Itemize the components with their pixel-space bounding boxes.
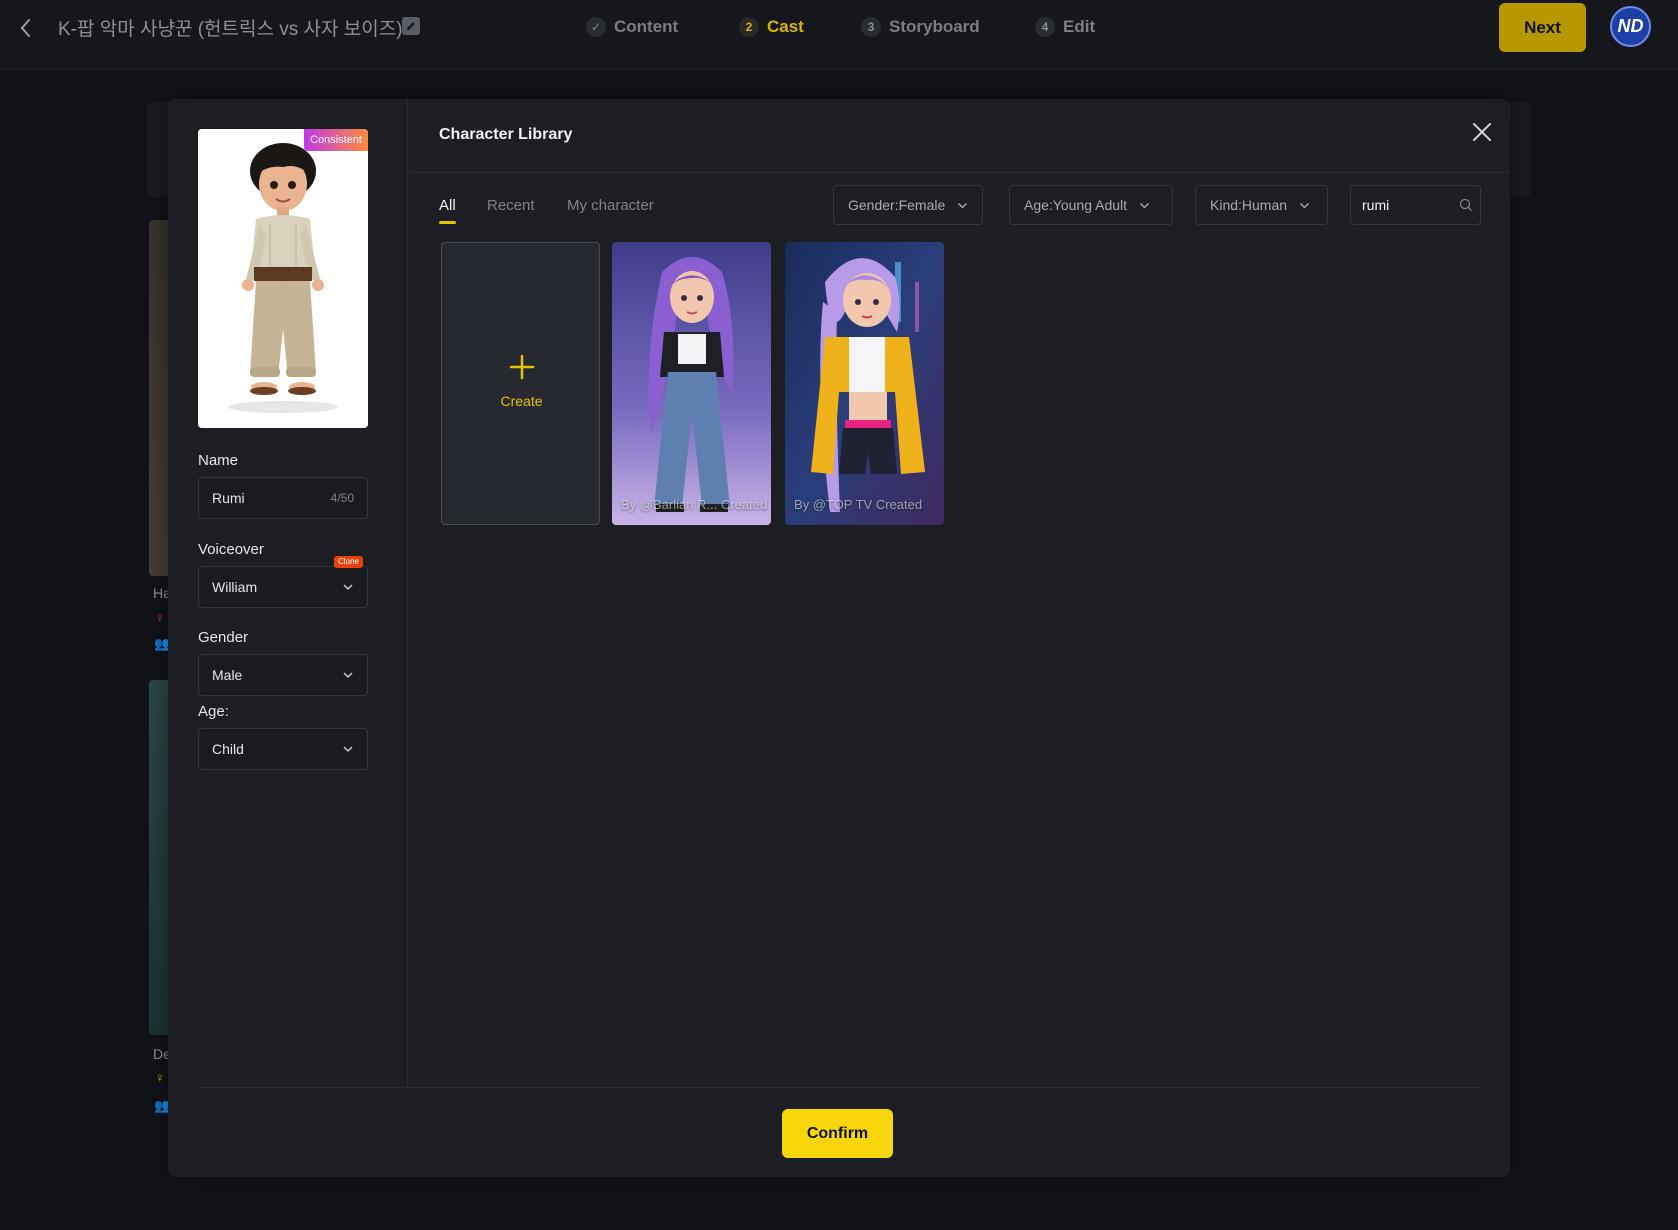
step-check-icon: ✓ (586, 17, 606, 37)
step-content[interactable]: ✓ Content (586, 15, 678, 39)
project-title: K-팝 악마 사냥꾼 (헌트릭스 vs 사자 보이즈) (58, 19, 403, 40)
next-button[interactable]: Next (1499, 3, 1586, 52)
plus-icon (508, 353, 536, 381)
name-char-count: 4/50 (330, 491, 354, 505)
close-icon[interactable] (1471, 121, 1493, 143)
character-card[interactable]: By @Barlian R... Created (612, 242, 771, 525)
tab-all[interactable]: All (439, 197, 456, 214)
chevron-down-icon (1299, 202, 1310, 209)
chevron-down-icon (342, 671, 354, 679)
step-storyboard[interactable]: 3 Storyboard (861, 15, 980, 39)
divider (198, 1087, 1480, 1088)
step-label: Storyboard (889, 17, 980, 36)
top-bar: K-팝 악마 사냥꾼 (헌트릭스 vs 사자 보이즈) ✓ Content 2 … (0, 0, 1678, 70)
gender-select[interactable]: Male (198, 654, 368, 696)
age-value: Child (212, 741, 244, 757)
search-icon[interactable] (1459, 198, 1473, 212)
consistent-badge: Consistent (304, 129, 368, 151)
step-edit[interactable]: 4 Edit (1035, 15, 1095, 39)
character-preview-image: Consistent (198, 129, 368, 428)
character-detail-panel: Consistent Name Rumi 4/50 Voiceover Will… (168, 99, 408, 1087)
chevron-down-icon (957, 202, 968, 209)
library-panel: Character Library All Recent My characte… (409, 99, 1510, 1087)
gender-value: Male (212, 667, 243, 683)
age-filter[interactable]: Age:Young Adult (1009, 185, 1173, 225)
tab-recent[interactable]: Recent (487, 197, 535, 214)
character-thumbnail (785, 242, 944, 525)
age-label: Age: (198, 703, 229, 720)
character-thumbnail (612, 242, 771, 525)
step-label: Edit (1063, 17, 1096, 36)
character-caption: By @TOP TV Created (794, 497, 923, 512)
age-filter-value: Age:Young Adult (1024, 197, 1128, 213)
female-gender-icon: ♀ (155, 610, 165, 625)
name-field[interactable]: Rumi 4/50 (198, 477, 368, 519)
gender-filter[interactable]: Gender:Female (833, 185, 983, 225)
search-box[interactable] (1350, 185, 1481, 225)
kind-filter-value: Kind:Human (1210, 197, 1288, 213)
voiceover-select[interactable]: William (198, 566, 368, 608)
chevron-down-icon (342, 583, 354, 591)
name-label: Name (198, 452, 239, 469)
back-arrow-icon[interactable] (14, 14, 38, 42)
step-number: 4 (1035, 17, 1055, 37)
age-select[interactable]: Child (198, 728, 368, 770)
tab-my-character[interactable]: My character (567, 197, 654, 214)
user-avatar[interactable]: ND (1610, 6, 1651, 47)
modal-title: Character Library (439, 126, 573, 143)
character-library-modal: Consistent Name Rumi 4/50 Voiceover Will… (168, 99, 1510, 1177)
chevron-down-icon (1139, 202, 1150, 209)
name-value: Rumi (212, 490, 245, 506)
search-input[interactable] (1362, 195, 1452, 215)
step-number: 2 (739, 17, 759, 37)
character-caption: By @Barlian R... Created (621, 497, 768, 512)
character-card[interactable]: By @TOP TV Created (785, 242, 944, 525)
active-tab-indicator (439, 221, 456, 224)
kind-filter[interactable]: Kind:Human (1195, 185, 1328, 225)
chevron-down-icon (342, 745, 354, 753)
voiceover-value: William (212, 579, 258, 595)
step-cast[interactable]: 2 Cast (739, 15, 804, 39)
gender-filter-value: Gender:Female (848, 197, 946, 213)
step-label: Content (614, 17, 679, 36)
step-label: Cast (767, 17, 804, 36)
gender-icon: ♀ (155, 1070, 165, 1085)
create-character-card[interactable]: Create (441, 242, 600, 525)
confirm-button[interactable]: Confirm (782, 1109, 893, 1158)
voiceover-label: Voiceover (198, 541, 264, 558)
gender-label: Gender (198, 629, 249, 646)
step-number: 3 (861, 17, 881, 37)
clone-badge[interactable]: Clone (334, 556, 363, 568)
divider (409, 172, 1510, 173)
edit-pencil-icon[interactable] (402, 17, 420, 35)
create-label: Create (500, 393, 543, 409)
